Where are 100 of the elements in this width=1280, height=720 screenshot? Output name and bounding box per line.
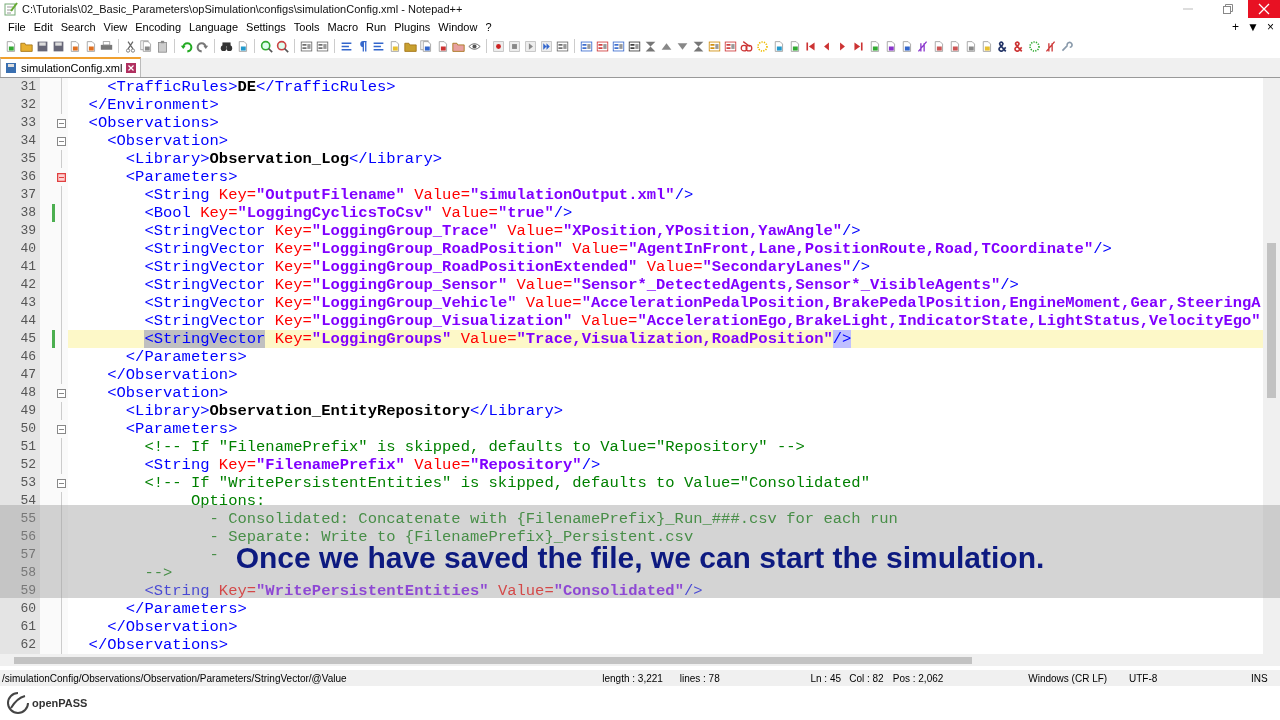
status-eol: Windows (CR LF) xyxy=(1028,672,1109,684)
code-line: <String Key="OutputFilename" Value="simulationOutput.xml"/> xyxy=(143,186,694,204)
code-line: <StringVector Key="LoggingGroup_Sensor" Value="Sensor*_DetectedAgents,Sensor*_VisibleAgents"/> xyxy=(143,276,1019,294)
line-number: 50 xyxy=(0,420,40,438)
wrench-icon[interactable] xyxy=(1060,39,1073,53)
code-line: - Consolidated: Concatenate with {FilenamePrefix}_Run_###.csv for each run xyxy=(208,510,898,528)
code-line: <Parameters> xyxy=(124,168,238,186)
panel-icon[interactable] xyxy=(300,39,313,53)
menu-item[interactable]: Window xyxy=(434,21,482,33)
code-line: <StringVector Key="LoggingGroup_Vehicle" Value="AccelerationPedalPosition,BrakePedalPosition,EngineMoment,Gear,SteeringA xyxy=(143,294,1261,312)
line-number: 54 xyxy=(0,492,40,510)
status-length: length : 3,221 xyxy=(602,672,664,684)
paste-icon[interactable] xyxy=(156,39,169,53)
line-number: 61 xyxy=(0,618,40,636)
vertical-scrollbar[interactable] xyxy=(1263,78,1280,654)
menu-item[interactable]: View xyxy=(99,21,132,33)
ampersand-icon[interactable] xyxy=(1012,39,1025,53)
page-icon[interactable] xyxy=(772,39,785,53)
close-icon[interactable] xyxy=(1258,3,1270,15)
panel-icon[interactable] xyxy=(724,39,737,53)
fold-toggle-icon[interactable] xyxy=(57,172,66,182)
menu-item[interactable]: Run xyxy=(362,21,391,33)
fold-toggle-icon[interactable] xyxy=(57,118,66,128)
panel-icon[interactable] xyxy=(556,39,569,53)
print-icon[interactable] xyxy=(100,39,113,53)
stop-icon[interactable] xyxy=(508,39,521,53)
fold-toggle-icon[interactable] xyxy=(57,388,66,398)
check-page-icon[interactable] xyxy=(788,39,801,53)
dotted-circle-icon[interactable] xyxy=(756,39,769,53)
status-path: /simulationConfig/Observations/Observation/Parameters/StringVector/@Value xyxy=(1,672,348,684)
wrap-icon[interactable] xyxy=(340,39,353,53)
last-icon[interactable] xyxy=(852,39,865,53)
line-number: 42 xyxy=(0,276,40,294)
menu-item[interactable]: Settings xyxy=(242,21,290,33)
close-icon[interactable] xyxy=(126,63,137,73)
page-icon[interactable] xyxy=(932,39,945,53)
document-control[interactable]: + xyxy=(1232,20,1240,34)
status-column: Col : 82 xyxy=(849,672,893,684)
fast-forward-icon[interactable] xyxy=(540,39,553,53)
save-all-icon[interactable] xyxy=(52,39,65,53)
menu-item[interactable]: File xyxy=(4,21,30,33)
line-number: 58 xyxy=(0,564,40,582)
menu-item[interactable]: ? xyxy=(481,21,496,33)
redo-icon[interactable] xyxy=(196,39,209,53)
ampersand-icon[interactable] xyxy=(996,39,1009,53)
collapse-icon[interactable] xyxy=(644,39,657,53)
panel-icon[interactable] xyxy=(612,39,625,53)
menu-item[interactable]: Search xyxy=(56,21,100,33)
menu-item[interactable]: Tools xyxy=(289,21,324,33)
line-number: 36 xyxy=(0,168,40,186)
code-line: <Observation> xyxy=(106,384,229,402)
horizontal-scrollbar[interactable] xyxy=(0,654,1280,666)
zoom-out-icon[interactable] xyxy=(276,39,289,53)
code-line: --> xyxy=(143,564,173,582)
line-number: 37 xyxy=(0,186,40,204)
code-line: <String Key="WritePersistentEntities" Value="Consolidated"/> xyxy=(143,582,703,600)
save-icon[interactable] xyxy=(36,39,49,53)
panel-icon[interactable] xyxy=(628,39,641,53)
menu-item[interactable]: Plugins xyxy=(390,21,435,33)
record-icon[interactable] xyxy=(492,39,505,53)
line-number: 49 xyxy=(0,402,40,420)
line-number: 47 xyxy=(0,366,40,384)
page-icon[interactable] xyxy=(948,39,961,53)
strike-icon[interactable] xyxy=(916,39,929,53)
zoom-in-icon[interactable] xyxy=(260,39,273,53)
code-line: <StringVector Key="LoggingGroup_RoadPosition" Value="AgentInFront,Lane,PositionRoute,Road,TCoordinate"/> xyxy=(143,240,1112,258)
panel-icon[interactable] xyxy=(596,39,609,53)
code-line: Options: xyxy=(189,492,266,510)
menu-item[interactable]: Language xyxy=(185,21,243,33)
fold-toggle-icon[interactable] xyxy=(57,478,66,488)
menu-item[interactable]: Edit xyxy=(29,21,57,33)
collapse-icon[interactable] xyxy=(692,39,705,53)
first-icon[interactable] xyxy=(804,39,817,53)
status-lines: lines : 78 xyxy=(679,672,721,684)
status-mode: INS xyxy=(1250,672,1269,684)
line-number: 57 xyxy=(0,546,40,564)
copy-icon[interactable] xyxy=(140,39,153,53)
cut-icon[interactable] xyxy=(124,39,137,53)
undo-icon[interactable] xyxy=(180,39,193,53)
panel-icon[interactable] xyxy=(580,39,593,53)
fold-toggle-icon[interactable] xyxy=(57,136,66,146)
file-tab[interactable]: simulationConfig.xml xyxy=(0,57,142,77)
line-number: 59 xyxy=(0,582,40,600)
code-line: <StringVector Key="LoggingGroup_RoadPositionExtended" Value="SecondaryLanes"/> xyxy=(143,258,870,276)
play-icon[interactable] xyxy=(524,39,537,53)
line-number: 31 xyxy=(0,78,40,96)
line-number: 33 xyxy=(0,114,40,132)
indent-guide-icon[interactable] xyxy=(372,39,385,53)
restore-icon[interactable] xyxy=(1222,3,1234,15)
document-control[interactable]: × xyxy=(1267,20,1274,34)
close-button[interactable] xyxy=(1248,0,1280,18)
code-line: <Observations> xyxy=(87,114,219,132)
fold-toggle-icon[interactable] xyxy=(57,424,66,434)
panel-icon[interactable] xyxy=(316,39,329,53)
document-control[interactable]: ▼ xyxy=(1247,20,1259,34)
new-file-icon[interactable] xyxy=(4,39,17,53)
page-icon[interactable] xyxy=(964,39,977,53)
menu-item[interactable]: Macro xyxy=(323,21,363,33)
menu-item[interactable]: Encoding xyxy=(131,21,186,33)
find-icon[interactable] xyxy=(220,39,233,53)
